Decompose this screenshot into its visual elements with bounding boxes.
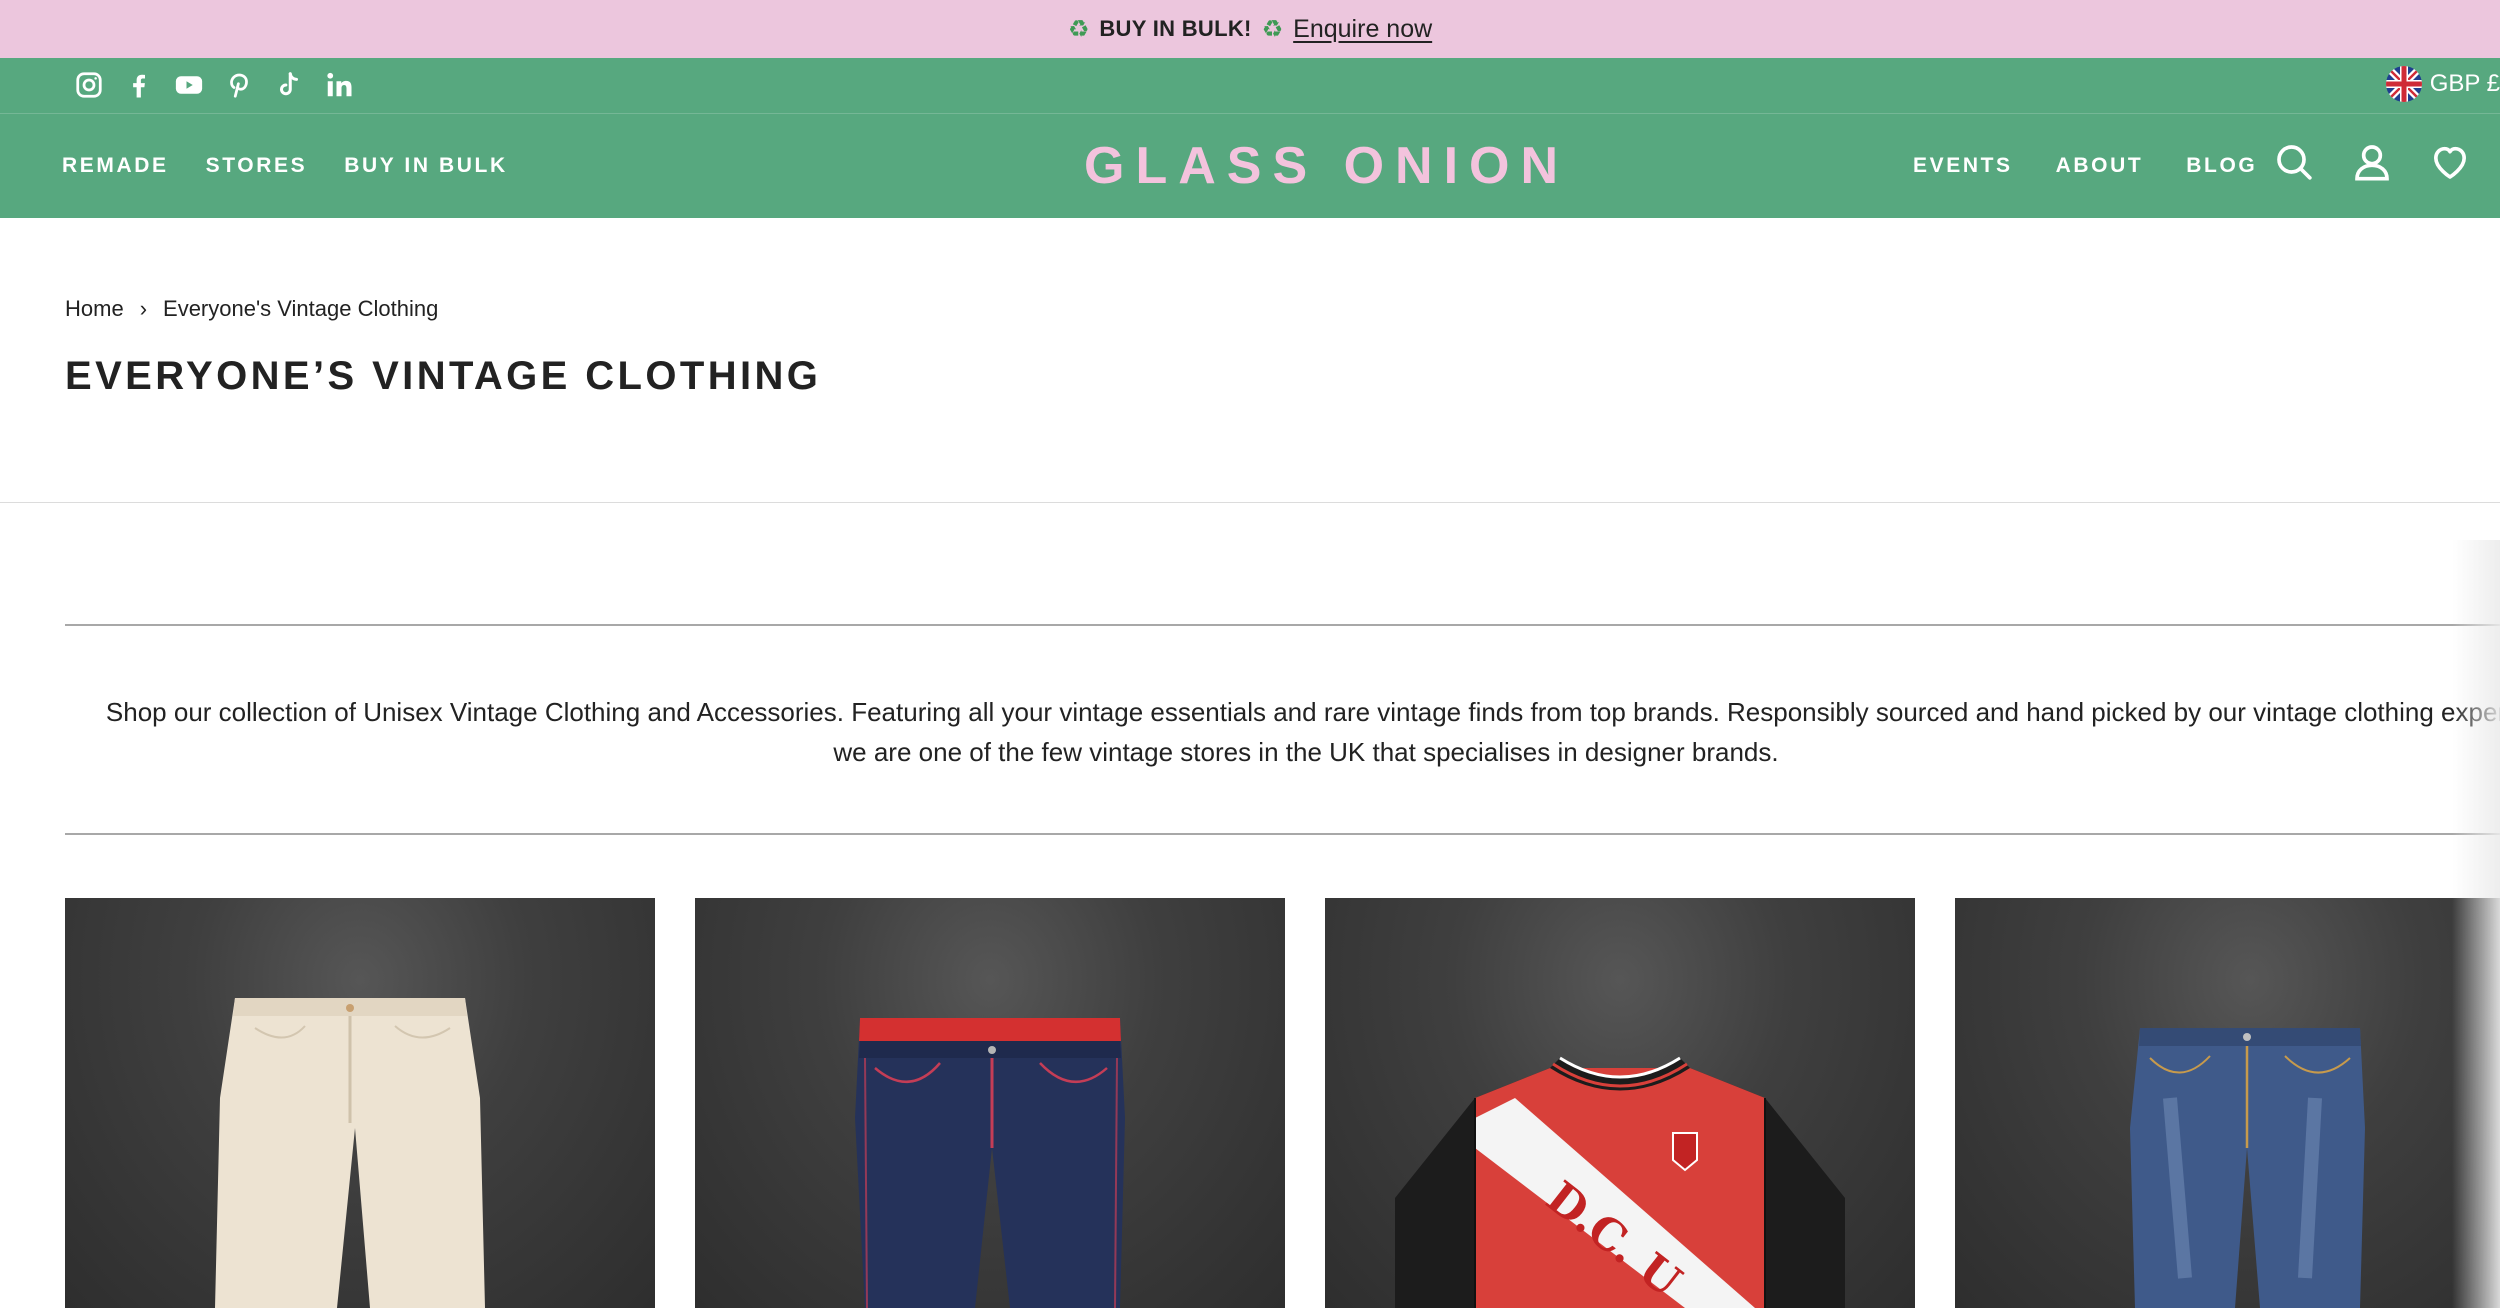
instagram-icon[interactable]: [72, 68, 106, 102]
product-card[interactable]: [65, 898, 655, 1308]
breadcrumb-separator: ›: [139, 296, 148, 321]
social-links: [72, 68, 356, 102]
header-icons: [2272, 140, 2472, 184]
search-icon[interactable]: [2272, 140, 2316, 184]
youtube-icon[interactable]: [172, 68, 206, 102]
breadcrumb-current: Everyone's Vintage Clothing: [163, 296, 439, 321]
recycle-icon: ♻: [1261, 15, 1284, 43]
nav-right: EVENTS ABOUT BLOG: [1913, 114, 2257, 218]
currency-label: GBP £: [2429, 70, 2500, 97]
scroll-edge-shadow: [2452, 540, 2500, 1308]
recycle-icon: ♻: [1067, 15, 1090, 43]
facebook-icon[interactable]: [122, 68, 156, 102]
tiktok-icon[interactable]: [272, 68, 306, 102]
currency-selector[interactable]: GBP £: [2385, 66, 2500, 102]
linkedin-icon[interactable]: [322, 68, 356, 102]
product-image-cream-trousers: [215, 998, 485, 1308]
nav-item-stores[interactable]: STORES: [206, 154, 308, 178]
nav-item-blog[interactable]: BLOG: [2186, 154, 2257, 178]
header-top-strip: GBP £: [0, 58, 2500, 114]
enquire-now-link[interactable]: Enquire now: [1293, 15, 1432, 44]
product-grid: D.C. U: [65, 898, 2500, 1308]
site-header: GBP £ REMADE STORES BUY IN BULK GLASS ON…: [0, 58, 2500, 218]
uk-flag-icon: [2385, 66, 2422, 102]
site-logo[interactable]: GLASS ONION: [1084, 136, 1569, 196]
description-line-1: Shop our collection of Unisex Vintage Cl…: [105, 697, 2500, 727]
nav-left: REMADE STORES BUY IN BULK: [62, 114, 508, 218]
page-title: EVERYONE’S VINTAGE CLOTHING: [65, 354, 822, 398]
main-nav: REMADE STORES BUY IN BULK GLASS ONION EV…: [0, 114, 2500, 218]
nav-item-remade[interactable]: REMADE: [62, 154, 169, 178]
breadcrumb: Home › Everyone's Vintage Clothing: [65, 296, 438, 322]
pinterest-icon[interactable]: [222, 68, 256, 102]
breadcrumb-home-link[interactable]: Home: [65, 296, 124, 322]
announcement-label: BUY IN BULK!: [1099, 16, 1252, 41]
product-image-blue-denim-jeans: [2130, 1028, 2365, 1308]
description-bottom-rule: [65, 833, 2500, 835]
product-card[interactable]: [695, 898, 1285, 1308]
nav-item-buy-in-bulk[interactable]: BUY IN BULK: [344, 154, 508, 178]
product-image-red-black-sweatshirt: D.C. U: [1395, 1056, 1845, 1308]
product-card[interactable]: [1955, 898, 2500, 1308]
nav-item-about[interactable]: ABOUT: [2056, 154, 2144, 178]
description-line-2: we are one of the few vintage stores in …: [833, 737, 1779, 767]
wishlist-heart-icon[interactable]: [2428, 140, 2472, 184]
account-icon[interactable]: [2350, 140, 2394, 184]
section-divider: [0, 502, 2500, 503]
nav-item-events[interactable]: EVENTS: [1913, 154, 2013, 178]
product-card[interactable]: D.C. U: [1325, 898, 1915, 1308]
announcement-bar: ♻ BUY IN BULK! ♻ Enquire now: [0, 0, 2500, 58]
collection-description: Shop our collection of Unisex Vintage Cl…: [65, 692, 2500, 772]
description-top-rule: [65, 624, 2500, 626]
product-image-dark-denim-jeans: [855, 1018, 1125, 1308]
